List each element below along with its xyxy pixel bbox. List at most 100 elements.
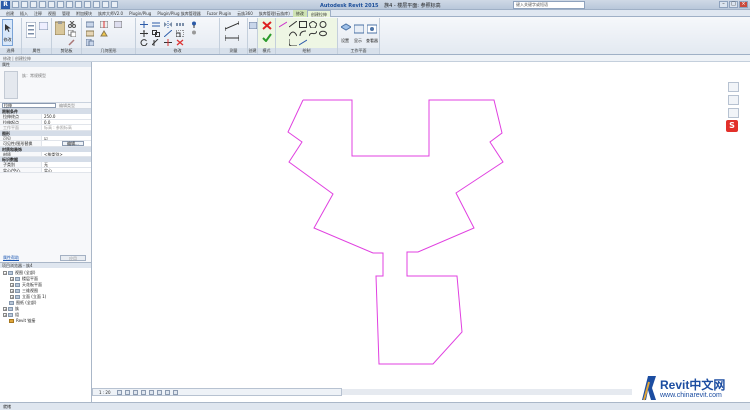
horizontal-scrollbar[interactable] — [342, 389, 632, 395]
set-work-plane-icon[interactable] — [341, 23, 351, 35]
print-icon[interactable] — [48, 1, 55, 8]
sun-path-icon[interactable] — [132, 389, 138, 395]
maximize-icon[interactable]: □ — [729, 1, 738, 8]
align-icon[interactable] — [140, 21, 148, 28]
close-windows-icon[interactable] — [102, 1, 109, 8]
reveal-hidden-icon[interactable] — [172, 389, 178, 395]
tab-7[interactable]: Plugin/Plug — [126, 10, 154, 17]
expand-toggle-icon[interactable]: + — [3, 307, 7, 311]
properties-help-link[interactable]: 属性帮助 — [3, 255, 19, 261]
tab-1[interactable]: 插入 — [17, 10, 31, 17]
tab-8[interactable]: Plugin/Plug 族库管理器 — [154, 10, 203, 17]
close-icon[interactable]: × — [739, 1, 748, 8]
tab-13[interactable]: 创建拉伸 — [306, 9, 331, 17]
pick-lines-icon[interactable] — [299, 39, 307, 46]
delete-icon[interactable] — [176, 39, 184, 46]
tab-9[interactable]: Fuzor Plugin — [204, 10, 234, 17]
property-value[interactable]: 无 — [42, 162, 91, 167]
offset-icon[interactable] — [152, 21, 160, 28]
modify-select-button[interactable]: 修改 — [2, 19, 13, 46]
cut-icon[interactable] — [68, 21, 76, 28]
show-crop-icon[interactable] — [156, 389, 162, 395]
property-value[interactable]: ☑ — [42, 135, 91, 140]
ime-s-icon[interactable]: S — [726, 120, 738, 132]
paint-icon[interactable] — [100, 30, 108, 37]
match-properties-icon[interactable] — [68, 39, 76, 46]
circle-icon[interactable] — [319, 21, 327, 28]
line-icon[interactable] — [289, 21, 297, 28]
search-input[interactable]: 键入关键字或短语 — [513, 1, 585, 9]
property-value[interactable]: 编辑... — [42, 141, 91, 146]
scale-icon[interactable] — [176, 30, 184, 37]
panel-label-select[interactable]: 选择 — [0, 48, 21, 54]
type-selector[interactable]: 族：常规模型 — [0, 67, 91, 103]
expand-toggle-icon[interactable]: + — [10, 277, 14, 281]
boundary-line-icon[interactable] — [279, 21, 287, 28]
cope-icon[interactable] — [86, 21, 94, 28]
tab-6[interactable]: 族库大师V2.0 — [95, 10, 126, 17]
open-icon[interactable] — [12, 1, 19, 8]
steering-wheel-icon[interactable] — [728, 95, 739, 105]
arc-start-end-icon[interactable] — [289, 30, 297, 37]
temporary-hide-icon[interactable] — [164, 389, 170, 395]
measure-icon[interactable] — [57, 1, 64, 8]
viewer-icon[interactable] — [367, 23, 377, 35]
detail-level-icon[interactable] — [116, 389, 122, 395]
create-similar-icon[interactable] — [249, 22, 257, 29]
tab-12[interactable]: 修改 — [292, 9, 307, 17]
expand-toggle-icon[interactable]: + — [10, 283, 14, 287]
mirror-draw-axis-icon[interactable] — [164, 30, 172, 37]
copy-icon[interactable] — [68, 30, 76, 37]
crop-view-icon[interactable] — [148, 389, 154, 395]
browser-node[interactable]: Revit 链接 — [0, 318, 91, 324]
text-icon[interactable] — [66, 1, 73, 8]
cancel-edit-mode-icon[interactable] — [262, 21, 272, 30]
finish-edit-mode-icon[interactable] — [262, 33, 272, 42]
show-work-plane-icon[interactable] — [354, 23, 364, 35]
spline-icon[interactable] — [309, 30, 317, 37]
expand-toggle-icon[interactable]: + — [3, 313, 7, 317]
type-properties-icon[interactable] — [39, 22, 48, 30]
rectangle-icon[interactable] — [299, 21, 307, 28]
tab-2[interactable]: 注释 — [31, 10, 45, 17]
tab-10[interactable]: 云族360 — [234, 10, 256, 17]
pin-icon[interactable] — [190, 21, 198, 28]
properties-icon[interactable] — [26, 22, 36, 38]
wall-joins-icon[interactable] — [114, 21, 122, 28]
cut-geometry-icon[interactable] — [86, 30, 94, 37]
expand-toggle-icon[interactable]: + — [10, 295, 14, 299]
ellipse-icon[interactable] — [319, 30, 327, 37]
tab-0[interactable]: 创建 — [3, 10, 17, 17]
mirror-pick-axis-icon[interactable] — [164, 21, 172, 28]
rotate-icon[interactable] — [140, 39, 148, 46]
visual-style-icon[interactable] — [124, 389, 130, 395]
redo-icon[interactable] — [39, 1, 46, 8]
view-scale[interactable]: 1 : 20 — [99, 390, 111, 395]
shadows-icon[interactable] — [140, 389, 146, 395]
zoom-icon[interactable] — [728, 108, 739, 118]
split-element-icon[interactable] — [164, 39, 172, 46]
expand-toggle-icon[interactable]: − — [3, 271, 7, 275]
sketch-boundary[interactable] — [287, 99, 504, 365]
split-face-icon[interactable] — [100, 21, 108, 28]
array-icon[interactable] — [176, 21, 184, 28]
trim-extend-icon[interactable] — [152, 39, 160, 46]
switch-windows-icon[interactable] — [111, 1, 118, 8]
property-value[interactable]: 实心 — [42, 167, 91, 172]
edit-type-button[interactable]: 编辑类型 — [59, 103, 75, 109]
property-value[interactable]: <按类别> — [42, 151, 91, 156]
minimize-icon[interactable]: – — [719, 1, 728, 8]
tab-3[interactable]: 视图 — [45, 10, 59, 17]
join-icon[interactable] — [86, 39, 94, 46]
save-icon[interactable] — [21, 1, 28, 8]
visibility-edit-button[interactable]: 编辑... — [62, 141, 84, 146]
instance-filter-dropdown[interactable]: 拉伸 — [2, 103, 56, 108]
tab-4[interactable]: 管理 — [59, 10, 73, 17]
apply-button[interactable]: 应用 — [60, 255, 86, 261]
copy-element-icon[interactable] — [152, 30, 160, 37]
tab-5[interactable]: 附加模块 — [73, 10, 95, 17]
unpin-icon[interactable] — [190, 30, 198, 37]
expand-toggle-icon[interactable]: + — [10, 289, 14, 293]
property-value[interactable]: 0.0 — [42, 119, 91, 124]
measure-between-icon[interactable] — [225, 21, 239, 31]
